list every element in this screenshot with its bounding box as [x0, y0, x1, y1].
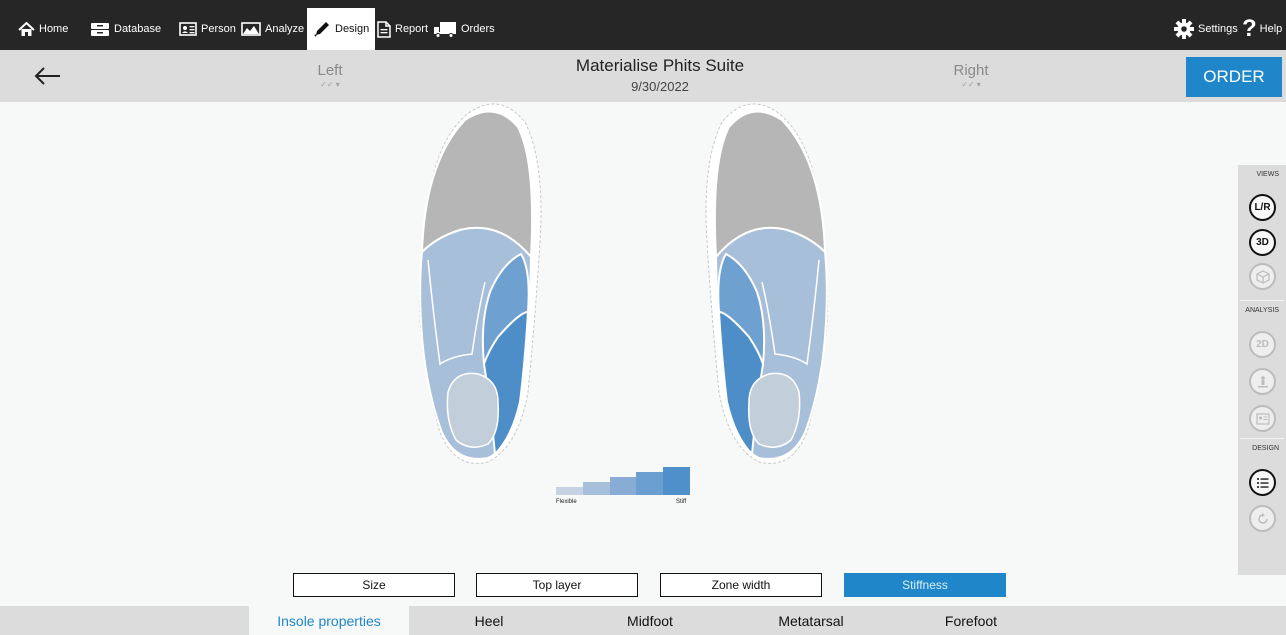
- toolbar-divider: [1240, 438, 1284, 439]
- nav-analyze-label: Analyze: [265, 23, 305, 35]
- nav-home[interactable]: Home: [12, 8, 74, 50]
- gear-icon: [1173, 18, 1195, 40]
- back-arrow-icon: [34, 67, 60, 85]
- bottom-tab-bar: Insole properties Heel Midfoot Metatarsa…: [0, 606, 1286, 635]
- analyze-chart-icon: [241, 22, 261, 36]
- chevron-down-icon: ✓✓ ▾: [961, 80, 981, 89]
- right-toolbar: VIEWS L/R 3D ANALYSIS 2D DESIGN: [1238, 165, 1286, 575]
- analysis-section-label: ANALYSIS: [1245, 307, 1279, 314]
- person-standing-icon: [1257, 375, 1268, 387]
- app-window: Home Database Person Analyze Design Repo…: [0, 0, 1286, 635]
- person-card-button[interactable]: [1249, 405, 1276, 432]
- session-date: 9/30/2022: [631, 79, 689, 94]
- database-icon: [90, 22, 110, 37]
- right-foot-label: Right: [953, 62, 989, 79]
- right-insole[interactable]: [705, 103, 829, 465]
- person-card-icon: [1255, 412, 1270, 425]
- refresh-icon: [1257, 512, 1268, 524]
- nav-report[interactable]: Report: [371, 8, 434, 50]
- left-foot-selector[interactable]: Left ✓✓ ▾: [305, 62, 355, 89]
- pencil-icon: [313, 20, 331, 38]
- legend-step-2: [583, 482, 610, 495]
- title-block: Materialise Phits Suite 9/30/2022: [460, 56, 860, 94]
- legend-stiff-label: Stiff: [676, 499, 687, 505]
- 3d-icon: 3D: [1256, 237, 1269, 248]
- nav-design-label: Design: [335, 23, 370, 35]
- back-button[interactable]: [30, 62, 66, 90]
- order-button[interactable]: ORDER: [1186, 57, 1282, 97]
- reset-design-button[interactable]: [1249, 505, 1276, 532]
- nav-database-label: Database: [114, 23, 162, 35]
- nav-person-label: Person: [201, 23, 236, 35]
- nav-orders-label: Orders: [461, 23, 495, 35]
- 2d-icon: 2D: [1256, 339, 1269, 350]
- tab-forefoot[interactable]: Forefoot: [891, 606, 1051, 635]
- toolbar-divider: [1240, 300, 1284, 301]
- lr-icon: L/R: [1254, 202, 1271, 213]
- report-document-icon: [377, 20, 391, 38]
- person-card-icon: [179, 22, 197, 36]
- question-mark-icon: ?: [1242, 15, 1257, 42]
- help-button[interactable]: ? Help: [1242, 8, 1282, 50]
- cube-icon: [1255, 269, 1270, 284]
- tab-midfoot[interactable]: Midfoot: [569, 606, 731, 635]
- nav-database[interactable]: Database: [84, 8, 167, 50]
- chevron-down-icon: ✓✓ ▾: [320, 80, 340, 89]
- legend-step-3: [610, 477, 637, 495]
- left-foot-label: Left: [317, 62, 343, 79]
- insole-canvas[interactable]: Flexible Stiff: [0, 102, 1238, 602]
- legend-step-4: [636, 472, 663, 495]
- legend-step-5: [663, 467, 690, 495]
- stiffness-button[interactable]: Stiffness: [844, 573, 1006, 597]
- views-section-label: VIEWS: [1256, 171, 1279, 178]
- tab-insole-properties[interactable]: Insole properties: [249, 606, 409, 635]
- home-icon: [18, 21, 35, 37]
- nav-report-label: Report: [395, 23, 429, 35]
- settings-label: Settings: [1198, 23, 1238, 35]
- top-navigation-bar: Home Database Person Analyze Design Repo…: [0, 0, 1286, 50]
- design-list-button[interactable]: [1249, 469, 1276, 496]
- nav-person[interactable]: Person: [173, 8, 242, 50]
- settings-button[interactable]: Settings: [1173, 8, 1238, 50]
- truck-icon: [433, 21, 457, 38]
- left-insole[interactable]: [418, 103, 542, 465]
- nav-analyze[interactable]: Analyze: [235, 8, 310, 50]
- app-title: Materialise Phits Suite: [575, 56, 745, 75]
- help-label: Help: [1259, 23, 1283, 35]
- nav-home-label: Home: [39, 23, 69, 35]
- nav-orders[interactable]: Orders: [427, 8, 501, 50]
- stiffness-legend: Flexible Stiff: [556, 463, 692, 505]
- legend-flexible-label: Flexible: [556, 499, 577, 505]
- cube-view-button[interactable]: [1249, 263, 1276, 290]
- right-foot-selector[interactable]: Right ✓✓ ▾: [943, 62, 999, 89]
- design-section-label: DESIGN: [1252, 445, 1279, 452]
- top-layer-button[interactable]: Top layer: [476, 573, 638, 597]
- 2d-analysis-button[interactable]: 2D: [1249, 331, 1276, 358]
- nav-design[interactable]: Design: [307, 8, 376, 50]
- design-header: Left ✓✓ ▾ Materialise Phits Suite 9/30/2…: [0, 50, 1286, 102]
- tab-metatarsal[interactable]: Metatarsal: [731, 606, 891, 635]
- size-button[interactable]: Size: [293, 573, 455, 597]
- 3d-view-button[interactable]: 3D: [1249, 229, 1276, 256]
- legend-step-1: [556, 487, 583, 495]
- left-right-view-button[interactable]: L/R: [1249, 194, 1276, 221]
- standing-analysis-button[interactable]: [1249, 368, 1276, 395]
- insoles-view[interactable]: [0, 102, 1238, 602]
- list-icon: [1256, 477, 1268, 488]
- tab-heel[interactable]: Heel: [409, 606, 569, 635]
- zone-width-button[interactable]: Zone width: [660, 573, 822, 597]
